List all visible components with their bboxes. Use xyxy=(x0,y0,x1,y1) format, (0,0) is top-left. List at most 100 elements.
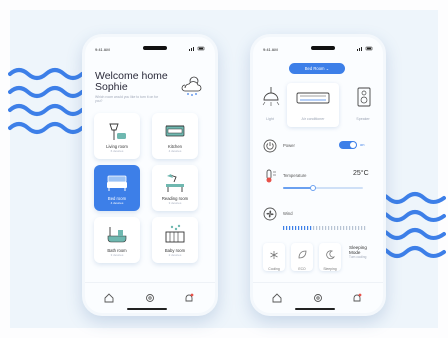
ceiling-light-icon xyxy=(262,87,280,106)
room-selector-dropdown[interactable]: Bed Room ⌄ xyxy=(289,63,345,74)
lamp-sofa-icon xyxy=(109,123,126,140)
wind-tick xyxy=(358,226,360,230)
home-icon[interactable] xyxy=(103,292,115,304)
room-device-count: 4 devices xyxy=(110,201,124,205)
mode-label: ECO xyxy=(298,267,306,271)
stove-icon xyxy=(165,125,185,137)
device-speaker[interactable]: Speaker xyxy=(343,83,383,127)
wind-tick xyxy=(349,226,351,230)
wind-tick xyxy=(361,226,363,230)
bottom-nav xyxy=(253,282,383,313)
wind-tick xyxy=(331,226,333,230)
bottom-nav xyxy=(85,282,215,313)
power-toggle[interactable] xyxy=(339,141,357,149)
settings-icon[interactable] xyxy=(312,292,324,304)
status-bar: 9:41 AM xyxy=(263,45,373,53)
notification-icon[interactable] xyxy=(183,292,195,304)
toggle-knob xyxy=(350,142,356,148)
device-label: Light xyxy=(266,117,274,121)
notification-icon[interactable] xyxy=(351,292,363,304)
mode-label: Sleeping xyxy=(323,267,337,271)
wind-tick xyxy=(343,226,345,230)
wind-tick xyxy=(283,226,285,230)
wind-tick xyxy=(322,226,324,230)
room-tile-bath-room[interactable]: Bath room 3 devices xyxy=(94,217,140,263)
signal-battery-icon xyxy=(189,46,205,51)
wind-tick xyxy=(334,226,336,230)
crib-icon xyxy=(165,224,185,243)
mode-cooling[interactable]: Cooling xyxy=(263,243,285,271)
room-tile-living-room[interactable]: Living room 6 devices xyxy=(94,113,140,159)
settings-icon[interactable] xyxy=(144,292,156,304)
mode-eco[interactable]: ECO xyxy=(291,243,313,271)
home-indicator xyxy=(295,308,335,310)
mode-label: Cooling xyxy=(268,267,280,271)
room-device-count: 4 devices xyxy=(168,149,182,153)
sleep-mode-info: Sleeping Mode Turn cooling xyxy=(349,245,379,260)
wave-decoration-left xyxy=(8,68,84,134)
room-tile-baby-room[interactable]: Baby room 2 devices xyxy=(152,217,198,263)
greeting-subtitle: Which room would you like to turn it on … xyxy=(95,95,159,104)
room-device-count: 3 devices xyxy=(168,201,182,205)
snowflake-icon xyxy=(270,251,278,259)
wind-tick xyxy=(319,226,321,230)
wind-tick xyxy=(364,226,366,230)
phone-home-screen: 9:41 AM Welcome home Sophie Which room w… xyxy=(82,34,218,316)
thermometer-icon xyxy=(266,169,276,183)
temperature-slider[interactable] xyxy=(283,185,363,191)
moon-icon xyxy=(326,250,335,260)
status-time: 9:41 AM xyxy=(263,47,278,52)
wind-tick xyxy=(298,226,300,230)
room-tile-bed-room[interactable]: Bed room 4 devices xyxy=(94,165,140,211)
temperature-slider-fill xyxy=(283,187,314,189)
canvas: 9:41 AM Welcome home Sophie Which room w… xyxy=(0,0,448,338)
temperature-slider-thumb[interactable] xyxy=(310,185,317,191)
wind-tick xyxy=(307,226,309,230)
wind-tick xyxy=(340,226,342,230)
wind-tick xyxy=(337,226,339,230)
wind-tick xyxy=(313,226,315,230)
wind-tick xyxy=(292,226,294,230)
greeting-line-2: Sophie xyxy=(95,81,128,93)
power-label: Power xyxy=(283,143,295,148)
wind-tick xyxy=(325,226,327,230)
phone-device-control-screen: 9:41 AM Bed Room ⌄ Light Air conditioner… xyxy=(250,34,386,316)
wind-speed-scale[interactable] xyxy=(283,226,367,230)
device-label: Air conditioner xyxy=(301,117,325,121)
temperature-value: 25°C xyxy=(353,170,369,177)
leaf-icon xyxy=(298,250,307,259)
device-light[interactable]: Light xyxy=(253,83,287,127)
status-time: 9:41 AM xyxy=(95,47,110,52)
wind-tick xyxy=(355,226,357,230)
notch xyxy=(311,46,335,50)
home-icon[interactable] xyxy=(271,292,283,304)
room-tile-reading-room[interactable]: Reading room 3 devices xyxy=(152,165,198,211)
air-conditioner-icon xyxy=(296,92,330,104)
wind-tick xyxy=(316,226,318,230)
wind-tick xyxy=(310,226,312,230)
fan-icon xyxy=(263,207,277,221)
wind-tick xyxy=(352,226,354,230)
greeting: Welcome home Sophie xyxy=(95,71,168,93)
temperature-label: Temperature xyxy=(283,173,307,178)
notch xyxy=(143,46,167,50)
device-air-conditioner[interactable]: Air conditioner xyxy=(287,83,339,127)
sleep-mode-description: Turn cooling xyxy=(349,255,367,260)
cloud-snow-icon xyxy=(181,76,202,96)
device-label: Speaker xyxy=(356,117,370,121)
wind-tick xyxy=(301,226,303,230)
room-device-count: 3 devices xyxy=(110,253,124,257)
wind-tick xyxy=(289,226,291,230)
wind-tick xyxy=(328,226,330,230)
wind-tick xyxy=(304,226,306,230)
room-device-count: 6 devices xyxy=(110,149,124,153)
home-indicator xyxy=(127,308,167,310)
signal-battery-icon xyxy=(357,46,373,51)
status-bar: 9:41 AM xyxy=(95,45,205,53)
room-device-count: 2 devices xyxy=(168,253,182,257)
bathtub-icon xyxy=(107,227,127,243)
wind-tick xyxy=(295,226,297,230)
wind-tick xyxy=(346,226,348,230)
room-tile-kitchen[interactable]: Kitchen 4 devices xyxy=(152,113,198,159)
mode-sleeping[interactable]: Sleeping xyxy=(319,243,341,271)
